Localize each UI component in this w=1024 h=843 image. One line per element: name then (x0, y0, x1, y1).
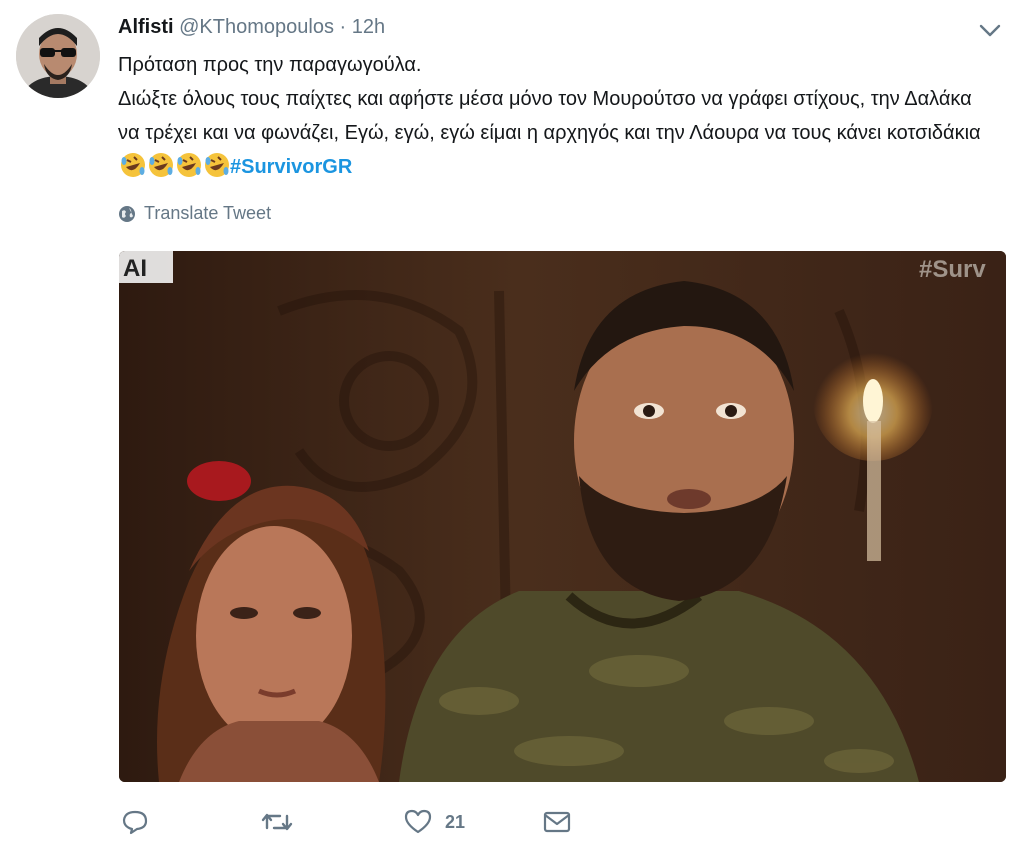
tweet-text-body: Διώξτε όλους τους παίχτες και αφήστε μέσ… (118, 82, 998, 184)
reply-icon (122, 810, 148, 835)
media-scene: AI #Surv (119, 251, 1006, 782)
user-handle[interactable]: @KThomopoulos (179, 16, 334, 38)
retweet-icon (261, 813, 293, 831)
timestamp[interactable]: 12h (352, 16, 385, 38)
translate-tweet-label: Translate Tweet (144, 203, 272, 223)
rofl-emoji-icon (205, 153, 229, 177)
avatar-image (16, 14, 100, 98)
rofl-emoji-icon (121, 153, 145, 177)
more-options-chevron-down-icon[interactable] (976, 18, 1004, 42)
emoji-group (118, 153, 230, 178)
avatar[interactable] (16, 14, 100, 98)
like-button[interactable]: 21 (403, 808, 465, 836)
heart-icon (404, 809, 432, 834)
tweet-text-line-2: Διώξτε όλους τους παίχτες και αφήστε μέσ… (118, 88, 981, 144)
channel-logo: AI (123, 255, 147, 282)
tweet-text: Πρόταση προς την παραγωγούλα. Διώξτε όλο… (118, 48, 998, 184)
tweet-text-line-1: Πρόταση προς την παραγωγούλα. (118, 54, 422, 76)
rofl-emoji-icon (177, 153, 201, 177)
direct-message-button[interactable] (542, 808, 572, 836)
rofl-emoji-icon (149, 153, 173, 177)
like-count: 21 (445, 811, 466, 832)
retweet-button[interactable] (260, 808, 294, 836)
tweet-actions: 21 (118, 808, 598, 842)
globe-icon (119, 205, 135, 222)
translate-tweet-button[interactable]: Translate Tweet (118, 203, 271, 224)
hashtag-watermark: #Surv (919, 256, 986, 283)
tweet-media-image[interactable]: AI #Surv (119, 251, 1006, 782)
tweet-header: Alfisti @KThomopoulos · 12h (118, 14, 385, 40)
envelope-icon (543, 811, 571, 833)
reply-button[interactable] (121, 808, 149, 836)
display-name[interactable]: Alfisti (118, 16, 174, 38)
separator-dot: · (339, 16, 347, 38)
hashtag-link[interactable]: #SurvivorGR (230, 156, 352, 178)
